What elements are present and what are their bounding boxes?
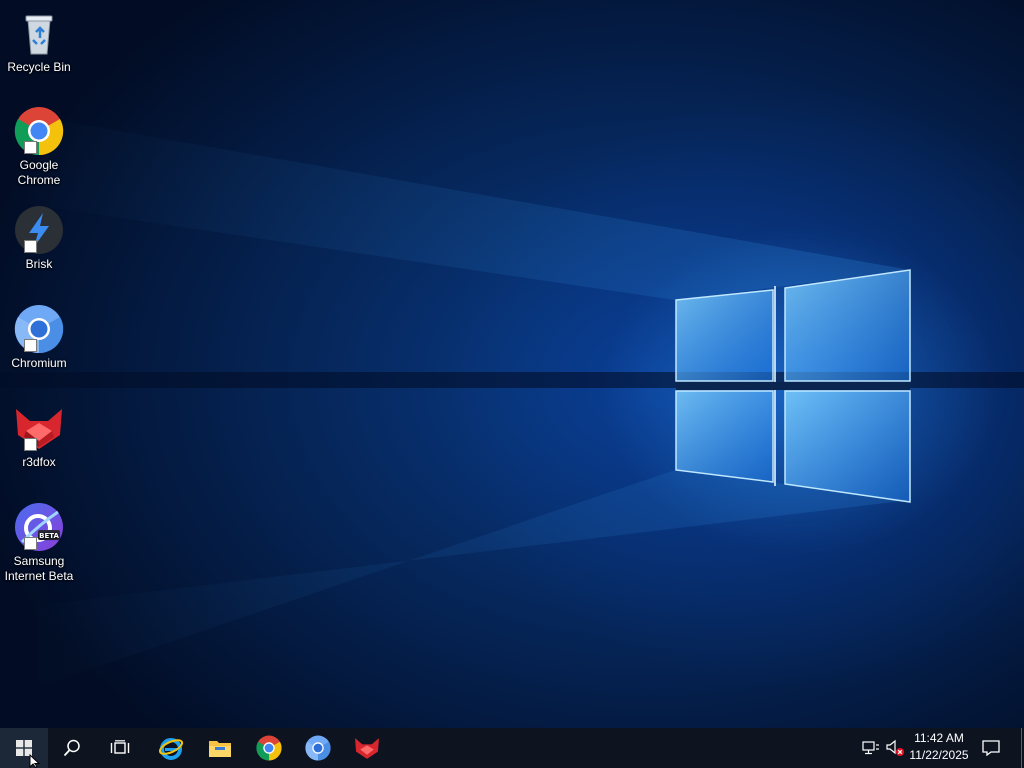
desktop-icon-r3dfox[interactable]: r3dfox [2,399,76,470]
taskbar: 11:42 AM 11/22/2025 [0,728,1024,768]
desktop-icon-recycle-bin[interactable]: Recycle Bin [2,4,76,75]
taskbar-chrome[interactable] [245,728,293,768]
show-desktop-button[interactable] [1018,728,1024,768]
clock-time: 11:42 AM [914,731,964,745]
samsung-internet-beta-icon: BETA [14,502,64,552]
notifications-icon [982,740,1000,756]
desktop-icon-brisk[interactable]: Brisk [2,201,76,272]
search-icon [63,739,80,757]
desktop-icon-chromium[interactable]: Chromium [2,300,76,371]
search-button[interactable] [48,728,96,768]
shortcut-arrow-icon [24,141,37,154]
r3dfox-icon [14,403,64,453]
chromium-icon [305,735,331,761]
shortcut-arrow-icon [24,240,37,253]
desktop-icon-samsung-internet-beta[interactable]: BETA Samsung Internet Beta [2,498,76,584]
action-center-button[interactable] [976,728,1006,768]
file-explorer-icon [209,741,231,757]
recycle-bin-icon [14,8,64,58]
chromium-icon [14,304,64,354]
desktop-icon-label: Recycle Bin [7,60,71,74]
chrome-icon [256,735,282,761]
taskbar-file-explorer[interactable] [196,728,244,768]
taskbar-internet-explorer[interactable] [147,728,195,768]
network-icon [862,741,879,755]
mouse-cursor-icon [29,754,41,768]
internet-explorer-icon [158,738,184,760]
tray-volume[interactable] [882,728,908,768]
chrome-icon [14,106,64,156]
volume-muted-icon [886,739,904,756]
r3dfox-icon [355,738,379,759]
desktop[interactable]: Recycle Bin Google Chrome Brisk Chromium… [0,0,1024,728]
desktop-icon-label: Google Chrome [17,158,61,187]
beta-badge: BETA [39,532,59,540]
task-view-button[interactable] [96,728,144,768]
shortcut-arrow-icon [24,438,37,451]
brisk-icon [14,205,64,255]
wallpaper [0,110,1024,700]
shortcut-arrow-icon [24,339,37,352]
tray-network[interactable] [858,728,884,768]
tray-clock[interactable]: 11:42 AM 11/22/2025 [906,730,972,766]
show-desktop-divider [1020,728,1022,768]
desktop-icon-label: Chromium [11,356,67,370]
desktop-icon-label: Samsung Internet Beta [4,554,74,583]
taskbar-r3dfox[interactable] [343,728,391,768]
desktop-icon-google-chrome[interactable]: Google Chrome [2,102,76,188]
shortcut-arrow-icon [24,537,37,550]
clock-date: 11/22/2025 [909,748,969,762]
task-view-icon [110,740,130,754]
taskbar-chromium[interactable] [294,728,342,768]
desktop-icon-label: r3dfox [22,455,56,469]
desktop-icon-label: Brisk [25,257,53,271]
